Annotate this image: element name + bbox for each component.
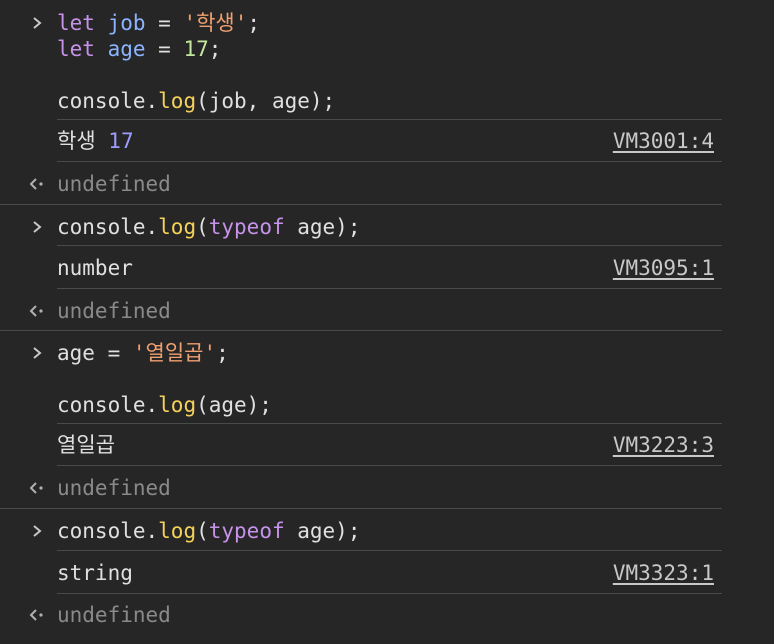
console-result: undefined xyxy=(57,172,171,196)
code-token-variable: job xyxy=(107,11,146,35)
chevron-right-icon xyxy=(30,346,44,360)
console-input-line[interactable]: console.log(job, age); xyxy=(57,88,335,114)
console-log-message: 학생 17 xyxy=(57,128,134,154)
code-token-plain: age = xyxy=(57,341,133,365)
code-token-plain: ( xyxy=(196,215,209,239)
code-token-plain: age); xyxy=(284,519,361,543)
code-token-plain: console. xyxy=(57,215,159,239)
code-token-number: 17 xyxy=(183,37,209,61)
code-token-string: '학생' xyxy=(183,11,248,35)
code-token-plain: console. xyxy=(57,393,159,417)
console-log-message: string xyxy=(57,560,133,586)
divider xyxy=(57,423,722,424)
return-arrow-icon xyxy=(28,481,46,495)
console-input-line[interactable]: age = '열일곱'; xyxy=(57,340,229,366)
code-token-keyword: let xyxy=(57,37,95,61)
code-token-plain: console. xyxy=(57,89,159,113)
divider xyxy=(57,161,722,162)
chevron-right-icon xyxy=(30,524,44,538)
divider xyxy=(0,508,722,509)
divider xyxy=(57,593,722,594)
return-arrow-icon xyxy=(28,304,46,318)
chevron-right-icon xyxy=(30,220,44,234)
code-token-function: log xyxy=(158,519,197,543)
source-link[interactable]: VM3323:1 xyxy=(613,560,714,586)
code-token-plain: ; xyxy=(216,341,229,365)
console-result: undefined xyxy=(57,299,171,323)
divider xyxy=(0,330,722,331)
code-token-plain: = xyxy=(145,37,184,61)
console-input-line[interactable]: let job = '학생'; xyxy=(57,10,260,36)
console-result: undefined xyxy=(57,603,171,627)
divider xyxy=(0,204,722,205)
code-token-keyword: typeof xyxy=(208,215,285,239)
divider xyxy=(57,245,722,246)
console-input-line[interactable]: console.log(typeof age); xyxy=(57,518,360,544)
devtools-console: let job = '학생'; let age = 17; console.log(… xyxy=(0,0,774,644)
code-token-function: log xyxy=(158,89,197,113)
return-arrow-icon xyxy=(28,608,46,622)
code-token-plain: ; xyxy=(208,37,222,61)
code-token-function: log xyxy=(158,393,197,417)
code-token-plain: (age); xyxy=(196,393,272,417)
console-log-message: 열일곱 xyxy=(57,432,115,458)
console-input-line[interactable]: console.log(age); xyxy=(57,392,272,418)
log-value: string xyxy=(57,561,133,585)
console-result: undefined xyxy=(57,476,171,500)
code-token-plain: console. xyxy=(57,519,159,543)
log-value: 17 xyxy=(108,129,134,153)
console-input-line[interactable]: console.log(typeof age); xyxy=(57,214,360,240)
return-arrow-icon xyxy=(28,177,46,191)
divider xyxy=(57,550,722,551)
log-value: 학생 xyxy=(57,129,96,153)
code-token-function: log xyxy=(158,215,197,239)
divider xyxy=(57,465,722,466)
log-value: number xyxy=(57,256,133,280)
log-value: 열일곱 xyxy=(57,433,115,457)
code-token-string: '열일곱' xyxy=(132,341,217,365)
code-token-plain: ; xyxy=(247,11,261,35)
code-token-plain: (job, age); xyxy=(196,89,336,113)
console-input-line[interactable]: let age = 17; xyxy=(57,36,221,62)
code-token-plain: age); xyxy=(284,215,361,239)
code-token-keyword: let xyxy=(57,11,95,35)
source-link[interactable]: VM3001:4 xyxy=(613,128,714,154)
console-log-message: number xyxy=(57,255,133,281)
code-token-variable: age xyxy=(107,37,146,61)
code-token-plain: = xyxy=(145,11,184,35)
code-token-plain: ( xyxy=(196,519,209,543)
divider xyxy=(57,119,722,120)
log-value xyxy=(96,129,109,153)
code-token-keyword: typeof xyxy=(208,519,285,543)
source-link[interactable]: VM3223:3 xyxy=(613,432,714,458)
chevron-right-icon xyxy=(30,16,44,30)
divider xyxy=(57,288,722,289)
source-link[interactable]: VM3095:1 xyxy=(613,255,714,281)
